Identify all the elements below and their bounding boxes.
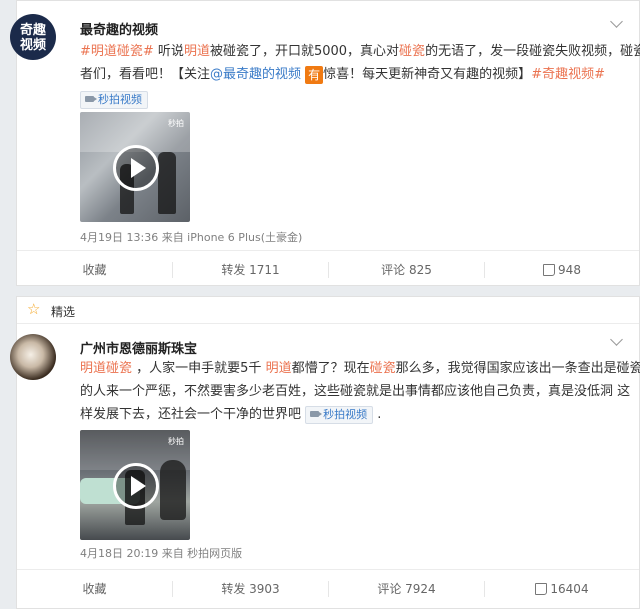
keyword-link[interactable]: 明道 bbox=[184, 44, 210, 59]
thumbs-up-icon bbox=[535, 582, 548, 595]
text-segment: 都懵了？现在 bbox=[291, 361, 370, 376]
text-segment: ，人家一申手就要5千 bbox=[132, 361, 266, 376]
comment-button[interactable]: 评论 825 bbox=[329, 251, 484, 289]
text-segment: 的无语了，发一段碰瓷失败视频，碰瓷 bbox=[425, 44, 640, 59]
post-text: 明道碰瓷 ，人家一申手就要5千 明道都懵了？现在碰瓷那么多，我觉得国家应该出一条… bbox=[80, 357, 640, 426]
repost-button[interactable]: 转发 3903 bbox=[173, 570, 328, 608]
video-link[interactable]: 秒拍视频 bbox=[305, 405, 374, 424]
featured-bar: ☆ 精选 bbox=[17, 297, 639, 324]
video-watermark: 秒拍 bbox=[168, 437, 184, 446]
collect-button[interactable]: 收藏 bbox=[17, 570, 172, 608]
post-text-line-3: 秒拍视频 bbox=[80, 88, 630, 111]
featured-label: 精选 bbox=[51, 305, 76, 319]
text-segment: 那么多，我觉得国家应该出一条查出是碰瓷 bbox=[395, 361, 640, 376]
comment-button[interactable]: 评论 7924 bbox=[329, 570, 484, 608]
video-camera-icon bbox=[85, 95, 97, 102]
post-text-line-2: 者们，看看吧！【关注@最奇趣的视频 有惊喜！每天更新神奇又有趣的视频】#奇趣视频… bbox=[80, 65, 605, 84]
keyword-link[interactable]: 碰瓷 bbox=[370, 361, 396, 376]
username[interactable]: 广州市恩德丽斯珠宝 bbox=[80, 338, 197, 357]
video-link[interactable]: 秒拍视频 bbox=[80, 90, 148, 109]
collect-button[interactable]: 收藏 bbox=[17, 251, 172, 289]
star-icon: ☆ bbox=[27, 300, 41, 318]
like-button[interactable]: 16404 bbox=[485, 570, 639, 608]
play-icon[interactable] bbox=[113, 145, 159, 191]
avatar[interactable]: 奇趣 视频 bbox=[10, 14, 56, 60]
post-text: #明道碰瓷# 听说明道被碰瓷了，开口就5000，真心对碰瓷的无语了，发一段碰瓷失… bbox=[80, 40, 640, 111]
post-text-line-3: 样发展下去，还社会一个干净的世界吧 秒拍视频 . bbox=[80, 405, 382, 424]
username[interactable]: 最奇趣的视频 bbox=[80, 19, 158, 38]
post-text-line-2: 的人来一个严惩，不然要害多少老百姓，这些碰瓷就是出事情都应该他自己负责，真是没低… bbox=[80, 384, 631, 399]
keyword-link[interactable]: 明道碰瓷 bbox=[80, 361, 132, 376]
post-text-line-1: 明道碰瓷 ，人家一申手就要5千 明道都懵了？现在碰瓷那么多，我觉得国家应该出一条… bbox=[80, 357, 640, 380]
mention-link[interactable]: @最奇趣的视频 bbox=[210, 67, 301, 82]
post-meta: 4月19日 13:36 来自 iPhone 6 Plus(土豪金) bbox=[80, 231, 303, 244]
keyword-link[interactable]: 碰瓷 bbox=[399, 44, 425, 59]
play-icon[interactable] bbox=[113, 463, 159, 509]
text-segment: 听说 bbox=[153, 44, 184, 59]
video-thumbnail[interactable]: 秒拍 bbox=[80, 112, 190, 222]
avatar[interactable] bbox=[10, 334, 56, 380]
action-bar: 收藏 转发 3903 评论 7924 16404 bbox=[17, 569, 639, 608]
video-watermark: 秒拍 bbox=[168, 119, 184, 128]
you-emoji-icon: 有 bbox=[305, 65, 324, 84]
video-thumbnail[interactable]: 秒拍 bbox=[80, 430, 190, 540]
repost-button[interactable]: 转发 1711 bbox=[173, 251, 328, 289]
action-bar: 收藏 转发 1711 评论 825 948 bbox=[17, 250, 639, 289]
like-button[interactable]: 948 bbox=[485, 251, 639, 289]
thumbs-up-icon bbox=[543, 263, 556, 276]
post-text-line-1: #明道碰瓷# 听说明道被碰瓷了，开口就5000，真心对碰瓷的无语了，发一段碰瓷失… bbox=[80, 40, 640, 63]
avatar-logo: 奇趣 视频 bbox=[19, 23, 46, 53]
hashtag-link[interactable]: #奇趣视频# bbox=[531, 67, 605, 82]
keyword-link[interactable]: 明道 bbox=[266, 361, 292, 376]
video-camera-icon bbox=[310, 410, 323, 417]
text-segment: 被碰瓷了，开口就5000，真心对 bbox=[209, 44, 400, 59]
keyword-link[interactable]: #明道碰瓷# bbox=[80, 44, 154, 59]
post-meta: 4月18日 20:19 来自 秒拍网页版 bbox=[80, 547, 243, 560]
